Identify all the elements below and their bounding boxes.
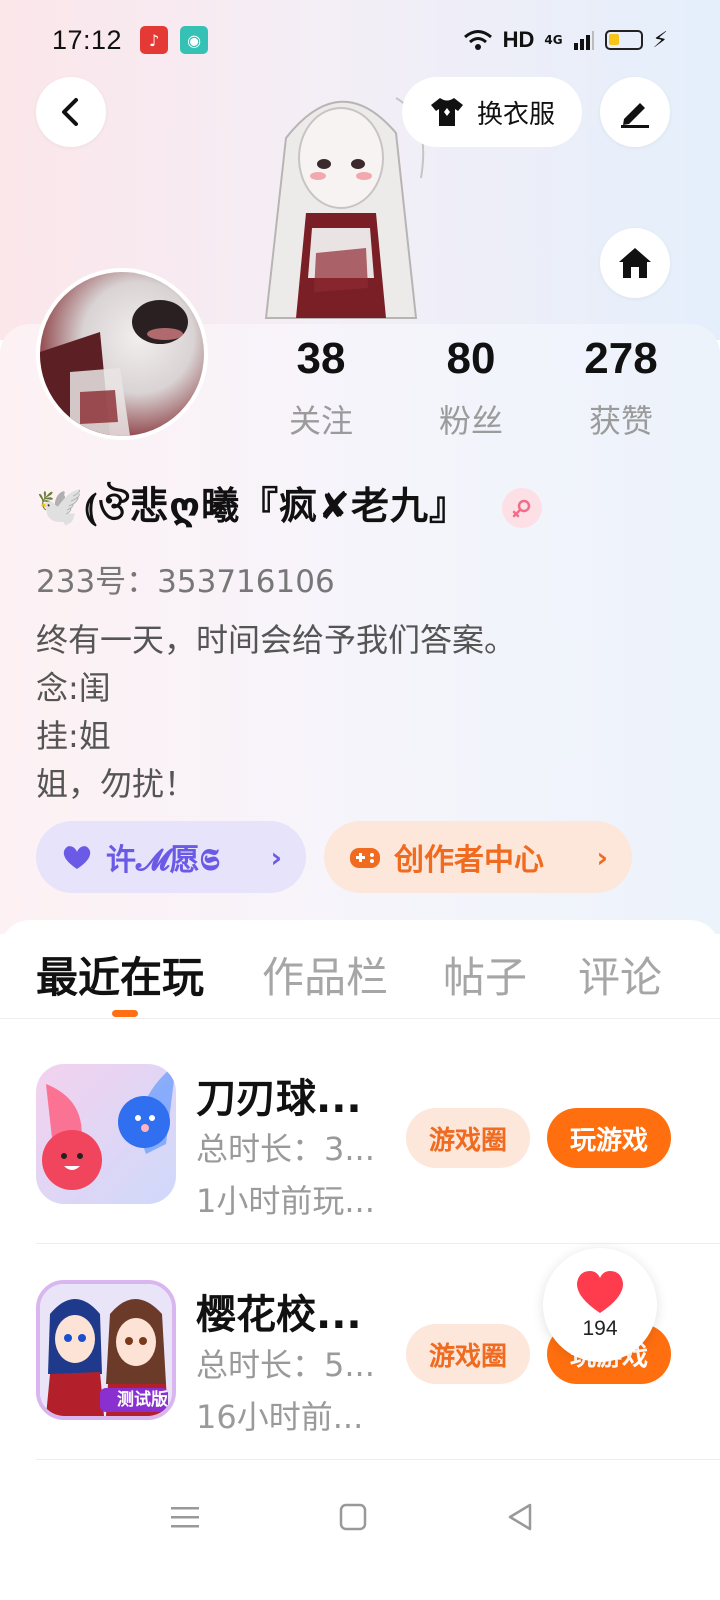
status-time: 17:12 (52, 24, 123, 55)
tab-works[interactable]: 作品栏 (262, 944, 388, 1005)
change-outfit-button[interactable]: 换衣服 (402, 77, 582, 147)
wish-label: 许𝓜愿𝕾 (106, 843, 220, 878)
stat-likes-label: 获赞 (588, 402, 653, 440)
nickname: 🕊️⦅ঔ悲ღ曦『疯✘老九』 (36, 484, 468, 528)
bio-line: 挂:姐 (36, 717, 111, 755)
battery-icon (604, 30, 643, 50)
game-icon-badge: 测试版 (117, 1390, 168, 1410)
wish-button[interactable]: 许𝓜愿𝕾 › (36, 821, 306, 893)
floating-like-button[interactable]: 194 (543, 1248, 657, 1362)
charging-icon: ⚡ (652, 27, 668, 53)
divider (36, 1459, 720, 1460)
back-button[interactable] (36, 77, 106, 147)
female-gender-icon (501, 488, 542, 528)
bio-line: 念:闺 (36, 669, 111, 707)
like-count: 194 (582, 1317, 618, 1340)
divider (0, 1018, 720, 1019)
stat-following[interactable]: 38 关注 (246, 330, 396, 442)
game-duration: 总时长：5... (196, 1346, 375, 1384)
game-name: 刀刃球... (196, 1076, 362, 1122)
stat-likes[interactable]: 278 获赞 (546, 330, 696, 442)
signal-type: 4G (544, 33, 563, 47)
back-triangle-icon[interactable] (498, 1495, 542, 1539)
tab-recently-played[interactable]: 最近在玩 (36, 944, 204, 1005)
game-last-played: 1小时前玩... (196, 1182, 375, 1220)
game-name: 樱花校... (196, 1292, 362, 1338)
tab-comments[interactable]: 评论 (578, 944, 662, 1005)
signal-icon (573, 31, 594, 50)
avatar[interactable] (36, 268, 208, 440)
stat-following-label: 关注 (288, 402, 353, 440)
status-bar: 17:12 ♪ ◉ HD 4G ⚡ (0, 0, 720, 80)
network-type: HD (502, 27, 535, 52)
pen-icon (621, 103, 649, 128)
game-icon-sakura-school: 测试版 (36, 1280, 176, 1420)
divider (36, 1243, 720, 1244)
bio-line: 终有一天，时间会给予我们答案。 (36, 621, 517, 659)
game-circle-button[interactable]: 游戏圈 (406, 1324, 530, 1384)
stat-followers[interactable]: 80 粉丝 (396, 330, 546, 442)
stat-likes-value: 278 (584, 334, 658, 383)
chevron-right-icon: › (270, 840, 282, 874)
phone-clean-icon: ◉ (180, 26, 209, 54)
nickname-row: 🕊️⦅ঔ悲ღ曦『疯✘老九』 (36, 478, 542, 538)
music-icon: ♪ (140, 26, 169, 54)
play-game-button[interactable]: 玩游戏 (547, 1108, 671, 1168)
bio: 终有一天，时间会给予我们答案。 念:闺 挂:姐 姐，勿扰！ (36, 616, 516, 808)
edit-profile-button[interactable] (600, 77, 670, 147)
home-square-icon[interactable] (331, 1495, 375, 1539)
game-circle-button[interactable]: 游戏圈 (406, 1108, 530, 1168)
menu-icon[interactable] (163, 1495, 207, 1539)
avatar-image (40, 300, 188, 436)
bio-line: 姐，勿扰！ (36, 765, 197, 803)
game-last-played: 16小时前... (196, 1398, 364, 1436)
homepage-button[interactable] (600, 228, 670, 298)
gamepad-icon (350, 848, 380, 868)
chevron-right-icon: › (596, 840, 608, 874)
tab-indicator (112, 1010, 138, 1017)
tshirt-icon (430, 98, 463, 126)
game-row[interactable]: 刀刃球... 总时长：3... 1小时前玩... 游戏圈 玩游戏 (0, 1038, 720, 1254)
game-duration: 总时长：3... (196, 1130, 375, 1168)
creator-center-label: 创作者中心 (394, 843, 544, 878)
stat-followers-value: 80 (446, 334, 496, 383)
stat-followers-label: 粉丝 (438, 402, 503, 440)
wifi-icon (463, 30, 492, 50)
game-icon-blade-ball (36, 1064, 176, 1204)
stat-following-value: 38 (296, 334, 346, 383)
tab-posts[interactable]: 帖子 (443, 944, 527, 1005)
change-outfit-label: 换衣服 (476, 99, 555, 130)
home-icon (619, 248, 651, 278)
chevron-left-icon (62, 98, 78, 126)
heart-icon (576, 1271, 624, 1313)
creator-center-button[interactable]: 创作者中心 › (324, 821, 632, 893)
heart-pair-icon (63, 846, 91, 869)
user-id: 233号：353716106 (36, 564, 335, 600)
